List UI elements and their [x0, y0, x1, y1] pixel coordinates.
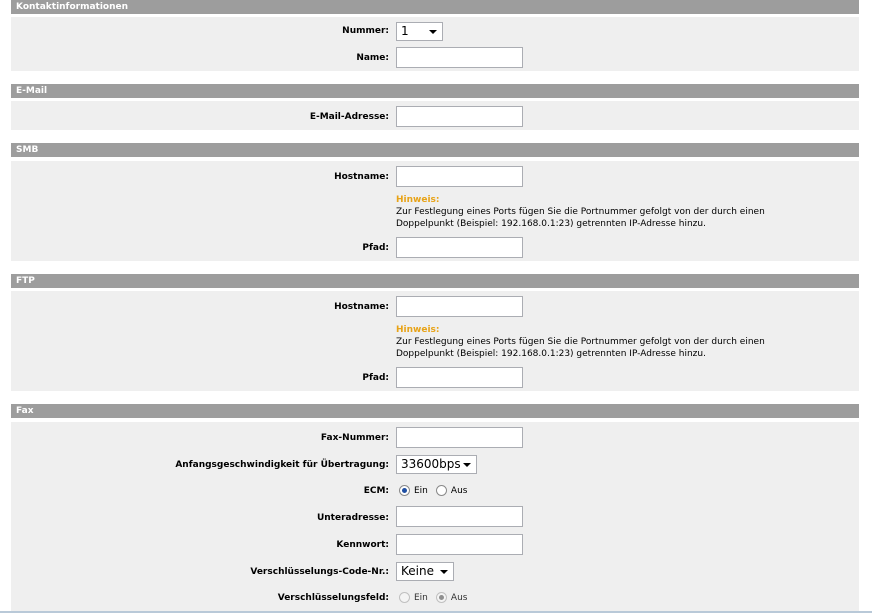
- ftp-path-label: Pfad:: [362, 373, 389, 383]
- fax-speed-select-value: 33600bps: [401, 457, 461, 471]
- subaddress-input[interactable]: [396, 506, 523, 527]
- smb-hostname-input[interactable]: [396, 166, 523, 187]
- smb-hint-title: Hinweis:: [396, 195, 440, 205]
- ecm-on-label: Ein: [414, 485, 428, 496]
- smb-path-input[interactable]: [396, 237, 523, 258]
- ftp-path-input[interactable]: [396, 367, 523, 388]
- section-header-email: E-Mail: [11, 84, 859, 98]
- ftp-hint: Hinweis: Zur Festlegung eines Ports füge…: [396, 324, 765, 360]
- encryption-code-select-value: Keine: [401, 564, 434, 578]
- smb-hint-line2: Doppelpunkt (Beispiel: 192.168.0.1:23) g…: [396, 219, 706, 229]
- encryption-code-label: Verschlüsselungs-Code-Nr.:: [250, 567, 389, 577]
- fax-number-input[interactable]: [396, 427, 523, 448]
- number-select-value: 1: [401, 24, 409, 38]
- ftp-hostname-input[interactable]: [396, 296, 523, 317]
- smb-hint-line1: Zur Festlegung eines Ports fügen Sie die…: [396, 207, 765, 217]
- fax-speed-select[interactable]: 33600bps: [396, 455, 477, 474]
- password-label: Kennwort:: [336, 540, 389, 550]
- ftp-hostname-label: Hostname:: [334, 302, 389, 312]
- smb-hostname-label: Hostname:: [334, 172, 389, 182]
- section-header-ftp: FTP: [11, 274, 859, 288]
- number-label: Nummer:: [342, 26, 389, 36]
- ecm-off-label: Aus: [450, 485, 468, 496]
- encryption-field-on-label: Ein: [414, 592, 428, 603]
- contact-form-page: Kontaktinformationen Nummer: 1 Name: E-M…: [0, 0, 872, 615]
- chevron-down-icon: [440, 570, 448, 574]
- name-label: Name:: [356, 53, 389, 63]
- encryption-field-radio-group: Ein Aus: [399, 592, 475, 603]
- encryption-field-label: Verschlüsselungsfeld:: [277, 593, 389, 603]
- email-address-input[interactable]: [396, 106, 523, 127]
- ftp-hint-line1: Zur Festlegung eines Ports fügen Sie die…: [396, 337, 765, 347]
- smb-path-label: Pfad:: [362, 243, 389, 253]
- password-input[interactable]: [396, 534, 523, 555]
- subaddress-label: Unteradresse:: [316, 513, 389, 523]
- ecm-off-radio[interactable]: [435, 485, 447, 496]
- number-select[interactable]: 1: [396, 22, 443, 41]
- encryption-field-on-radio[interactable]: [399, 592, 410, 603]
- section-header-contact: Kontaktinformationen: [11, 0, 859, 14]
- section-header-smb: SMB: [11, 143, 859, 157]
- ecm-label: ECM:: [363, 486, 389, 496]
- ecm-on-radio[interactable]: [399, 485, 410, 496]
- ftp-hint-line2: Doppelpunkt (Beispiel: 192.168.0.1:23) g…: [396, 349, 706, 359]
- fax-speed-label: Anfangsgeschwindigkeit für Übertragung:: [175, 460, 389, 470]
- name-input[interactable]: [396, 47, 523, 68]
- fax-number-label: Fax-Nummer:: [320, 433, 389, 443]
- email-address-label: E-Mail-Adresse:: [309, 112, 389, 122]
- ftp-hint-title: Hinweis:: [396, 325, 440, 335]
- chevron-down-icon: [463, 463, 471, 467]
- section-header-fax: Fax: [11, 404, 859, 418]
- encryption-code-select[interactable]: Keine: [396, 562, 454, 581]
- ecm-radio-group: Ein Aus: [399, 485, 475, 496]
- smb-hint: Hinweis: Zur Festlegung eines Ports füge…: [396, 194, 765, 230]
- chevron-down-icon: [429, 30, 437, 34]
- encryption-field-off-radio[interactable]: [435, 592, 447, 603]
- encryption-field-off-label: Aus: [450, 592, 468, 603]
- bottom-divider: [0, 611, 872, 613]
